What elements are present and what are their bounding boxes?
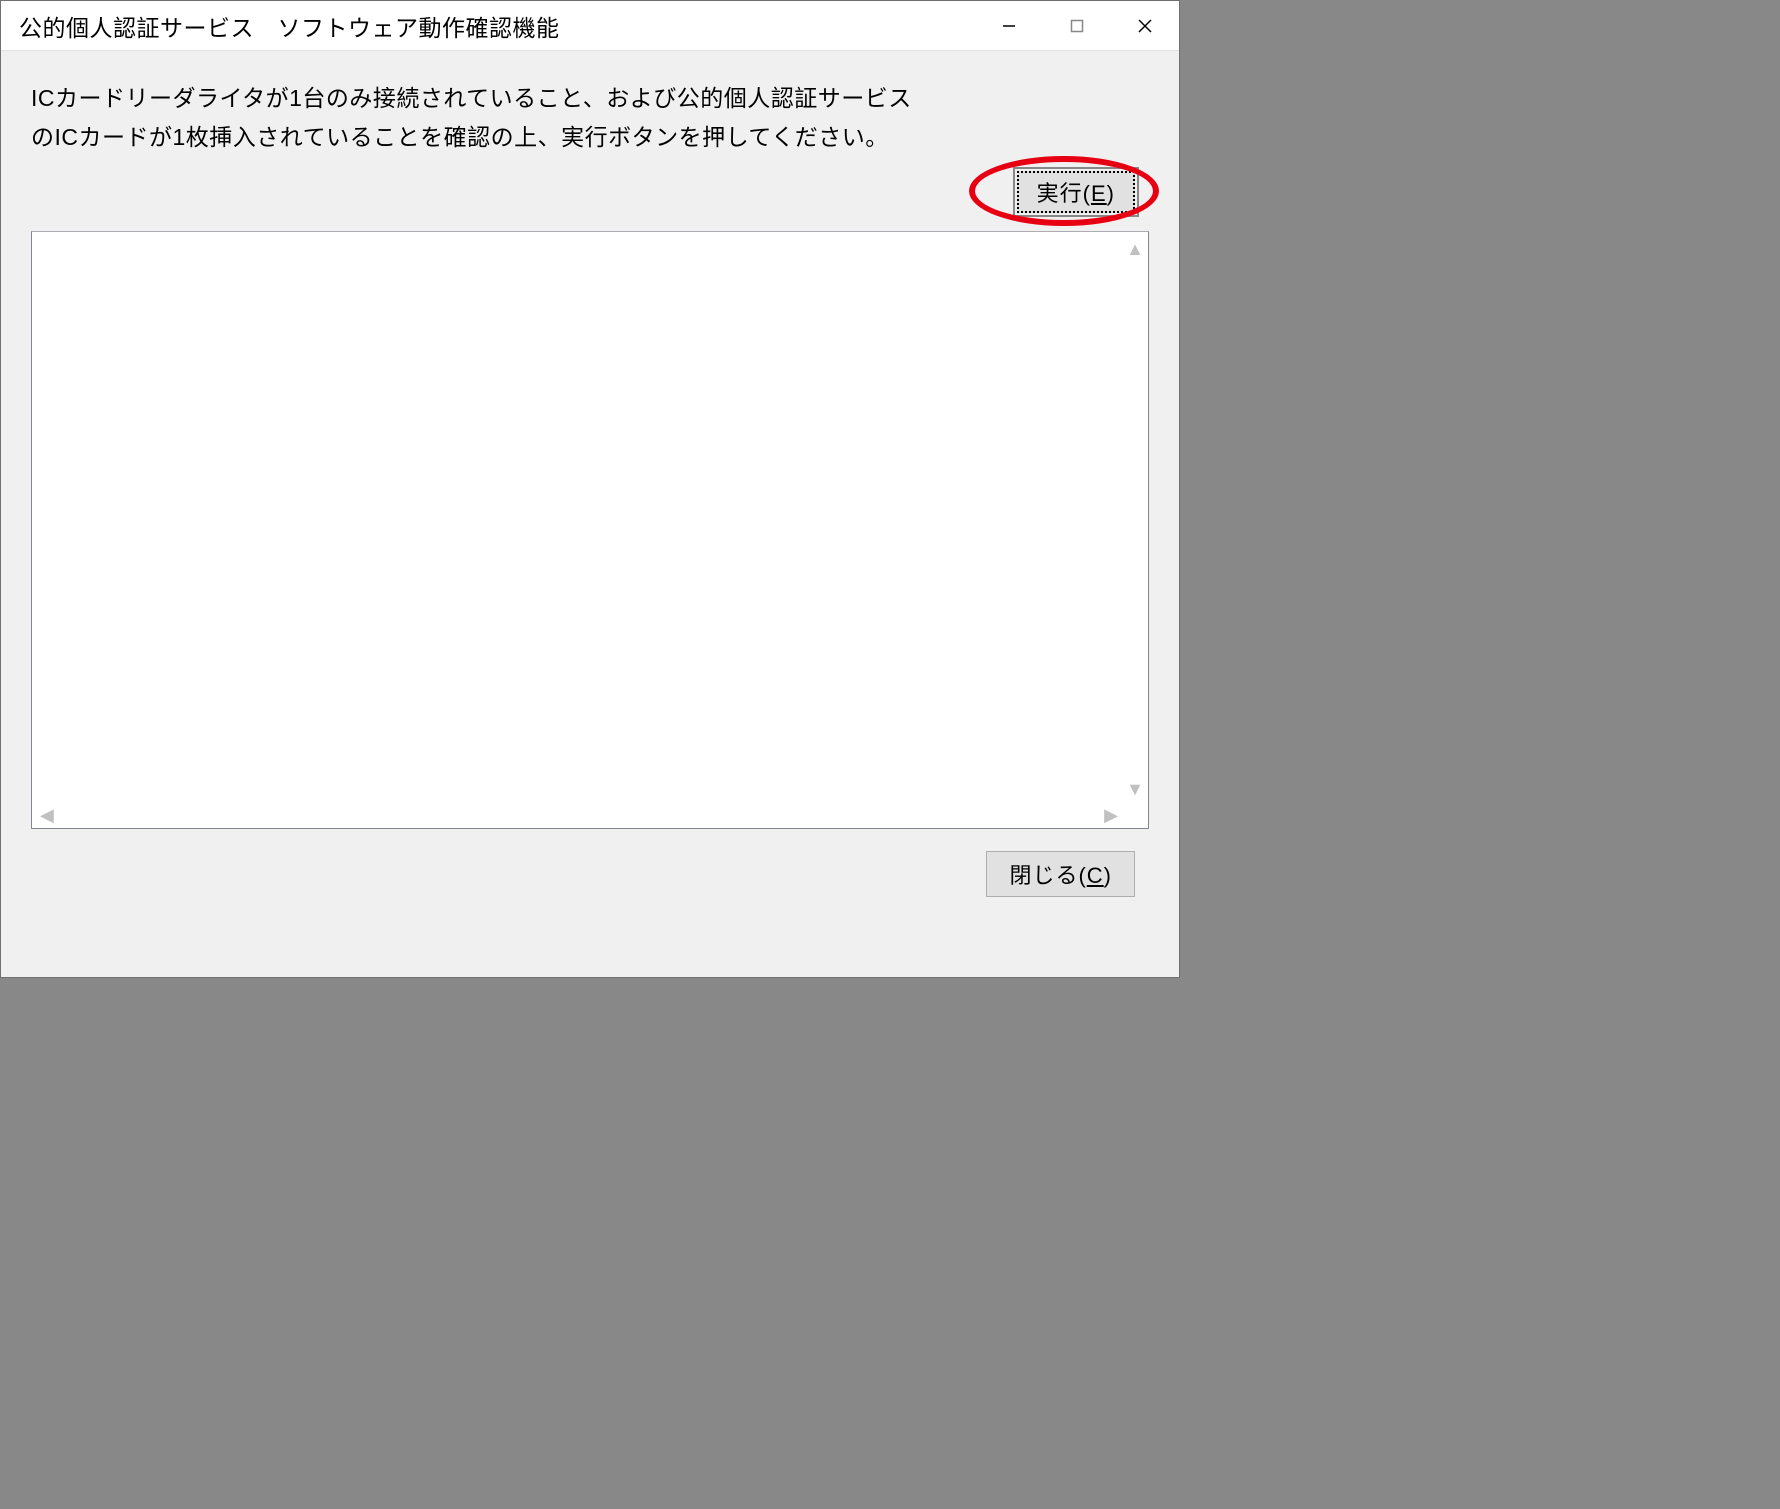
horizontal-scrollbar[interactable]: ◀ ▶ bbox=[34, 804, 1124, 826]
window-controls bbox=[975, 1, 1179, 50]
maximize-icon bbox=[1070, 19, 1084, 33]
output-textarea[interactable]: ▲ ▼ ◀ ▶ bbox=[31, 231, 1149, 829]
instruction-line-2: のICカードが1枚挿入されていることを確認の上、実行ボタンを押してください。 bbox=[31, 118, 1149, 157]
instruction-line-1: ICカードリーダライタが1台のみ接続されていること、および公的個人認証サービス bbox=[31, 79, 1149, 118]
client-area: ICカードリーダライタが1台のみ接続されていること、および公的個人認証サービス … bbox=[1, 51, 1179, 977]
titlebar: 公的個人認証サービス ソフトウェア動作確認機能 bbox=[1, 1, 1179, 51]
vertical-scrollbar[interactable]: ▲ ▼ bbox=[1124, 234, 1146, 804]
close-window-button[interactable] bbox=[1111, 1, 1179, 50]
minimize-button[interactable] bbox=[975, 1, 1043, 50]
window-title: 公的個人認証サービス ソフトウェア動作確認機能 bbox=[19, 9, 560, 43]
execute-row: 実行(E) bbox=[31, 171, 1149, 213]
scroll-up-icon: ▲ bbox=[1126, 240, 1144, 258]
close-row: 閉じる(C) bbox=[31, 851, 1149, 897]
execute-button[interactable]: 実行(E) bbox=[1017, 171, 1135, 213]
scroll-right-icon: ▶ bbox=[1104, 806, 1118, 824]
instruction-text: ICカードリーダライタが1台のみ接続されていること、および公的個人認証サービス … bbox=[31, 79, 1149, 157]
scroll-left-icon: ◀ bbox=[40, 806, 54, 824]
close-button[interactable]: 閉じる(C) bbox=[986, 851, 1135, 897]
scroll-down-icon: ▼ bbox=[1126, 780, 1144, 798]
close-icon bbox=[1137, 18, 1153, 34]
minimize-icon bbox=[1002, 19, 1016, 33]
maximize-button[interactable] bbox=[1043, 1, 1111, 50]
dialog-window: 公的個人認証サービス ソフトウェア動作確認機能 ICカードリーダライタが1台のみ… bbox=[0, 0, 1180, 978]
